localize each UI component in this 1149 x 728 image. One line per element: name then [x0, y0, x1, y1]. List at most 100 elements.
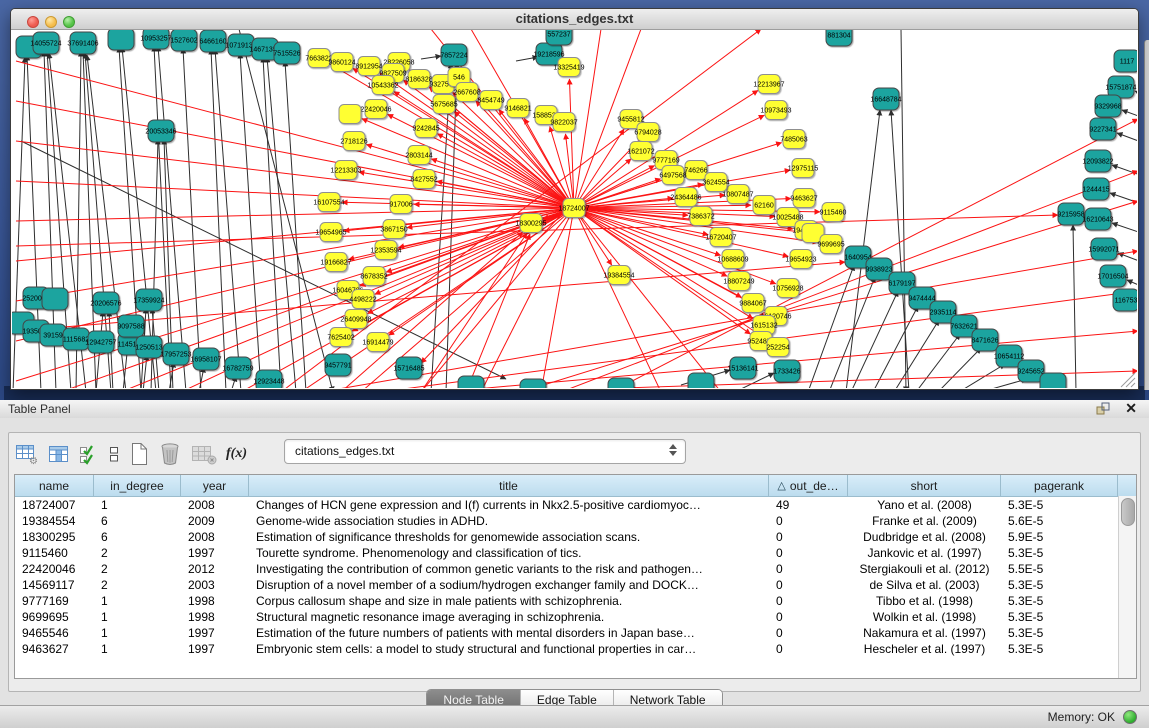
network-window-titlebar[interactable]: citations_edges.txt [11, 9, 1138, 30]
network-node[interactable]: 8454749 [477, 91, 504, 110]
network-node[interactable]: 1244415 [1082, 178, 1109, 200]
network-node[interactable]: 10953257 [140, 30, 171, 49]
network-node[interactable]: 7625402 [327, 328, 354, 347]
table-row[interactable]: 969969511998Structural magnetic resonanc… [15, 609, 1136, 625]
network-node[interactable]: 116753 [1113, 289, 1137, 311]
network-node[interactable]: 1733426 [773, 360, 800, 382]
network-node[interactable]: 6466160 [199, 30, 226, 52]
table-row[interactable]: 911546021997Tourette syndrome. Phenomeno… [15, 545, 1136, 561]
network-node[interactable]: 9215958 [1057, 203, 1084, 225]
new-document-icon[interactable] [129, 441, 149, 467]
network-node[interactable]: 16958107 [190, 348, 221, 370]
network-node[interactable]: 8427552 [410, 170, 437, 189]
column-header-out_de[interactable]: △out_de… [769, 475, 848, 496]
network-node[interactable]: 18300295 [515, 214, 546, 233]
network-node[interactable]: 18807249 [723, 272, 754, 291]
network-node[interactable] [108, 30, 134, 50]
network-node[interactable]: 19166827 [320, 253, 351, 272]
network-node[interactable] [458, 376, 484, 388]
network-node[interactable]: 24364486 [670, 188, 701, 207]
network-node[interactable]: 12923448 [253, 370, 284, 388]
network-node[interactable]: 19384554 [603, 266, 634, 285]
column-header-title[interactable]: title [249, 475, 769, 496]
network-node[interactable]: 9329968 [1094, 95, 1121, 117]
network-node[interactable]: 6794028 [634, 123, 661, 142]
table-row[interactable]: 977716911998Corpus callosum shape and si… [15, 593, 1136, 609]
network-node[interactable]: 20053346 [145, 120, 176, 142]
network-node[interactable] [339, 105, 361, 124]
network-node[interactable]: 3867150 [380, 220, 407, 239]
network-node[interactable]: 16914479 [362, 333, 393, 352]
network-node[interactable]: 17359924 [133, 289, 164, 311]
network-node[interactable]: 10973493 [760, 101, 791, 120]
network-node[interactable]: 2803144 [405, 146, 432, 165]
network-node[interactable]: 5675685 [430, 95, 457, 114]
network-node[interactable] [688, 373, 714, 388]
table-settings-icon[interactable]: ⚙ [15, 441, 39, 467]
table-row[interactable]: 946554611997Estimation of the future num… [15, 625, 1136, 641]
network-node[interactable]: 26409948 [340, 310, 371, 329]
network-node[interactable]: 20206576 [90, 292, 121, 314]
network-node[interactable]: 746266 [684, 161, 707, 180]
network-node[interactable]: 37691406 [67, 32, 98, 54]
network-node[interactable] [520, 379, 546, 388]
network-node[interactable]: 12093822 [1082, 150, 1113, 172]
network-node[interactable]: 16210643 [1082, 208, 1113, 230]
network-node[interactable]: 9822037 [550, 113, 577, 132]
network-node[interactable]: 18724007 [558, 199, 589, 218]
table-row[interactable]: 946362711997Embryonic stem cells: a mode… [15, 641, 1136, 657]
network-node[interactable]: 9146821 [504, 99, 531, 118]
table-selector-dropdown[interactable]: citations_edges.txt [284, 439, 686, 464]
network-node[interactable]: 881304 [826, 30, 852, 46]
network-node[interactable]: 9860124 [328, 53, 355, 72]
network-node[interactable]: 15992071 [1088, 238, 1119, 260]
table-row[interactable]: 1456911722003Disruption of a novel membe… [15, 577, 1136, 593]
table-row[interactable]: 1872400712008Changes of HCN gene express… [15, 497, 1136, 513]
network-node[interactable]: 12213303 [330, 161, 361, 180]
network-node[interactable]: 17016504 [1097, 265, 1128, 287]
network-node[interactable]: 9097588 [117, 315, 144, 337]
table-row[interactable]: 1830029562008Estimation of significance … [15, 529, 1136, 545]
network-node[interactable]: 16648784 [870, 88, 901, 110]
network-node[interactable]: 6497568 [659, 166, 686, 185]
network-node[interactable]: 557237 [546, 30, 572, 45]
network-node[interactable]: 9457791 [324, 354, 351, 376]
network-node[interactable]: 7857224 [440, 44, 467, 66]
network-node[interactable]: 12353594 [370, 241, 401, 260]
network-node[interactable]: 1621072 [627, 142, 654, 161]
network-node[interactable]: 10688609 [717, 250, 748, 269]
column-header-pagerank[interactable]: pagerank [1001, 475, 1118, 496]
network-node[interactable]: 22420046 [360, 100, 391, 119]
network-node[interactable]: 1250513 [135, 336, 162, 358]
table-row[interactable]: 2242004622012Investigating the contribut… [15, 561, 1136, 577]
network-node[interactable]: 9242845 [412, 119, 439, 138]
network-node[interactable]: 8678352 [360, 267, 387, 286]
float-panel-icon[interactable] [1096, 402, 1111, 415]
network-node[interactable]: 1527602 [170, 30, 197, 51]
network-node[interactable]: 2718126 [340, 132, 367, 151]
network-node[interactable]: 17957253 [160, 343, 191, 365]
table-column-icon[interactable] [48, 441, 70, 467]
network-node[interactable] [42, 288, 68, 310]
delete-table-icon[interactable] [158, 441, 182, 467]
network-node[interactable]: 12942757 [85, 331, 116, 353]
network-node[interactable]: 252254 [766, 338, 789, 357]
table-vertical-scrollbar[interactable] [1118, 496, 1136, 678]
network-node[interactable]: 13325419 [553, 58, 584, 77]
window-resize-grip[interactable] [1126, 378, 1135, 387]
network-node[interactable] [608, 378, 634, 388]
network-node[interactable]: 19654923 [785, 250, 816, 269]
network-node[interactable]: 9115460 [820, 203, 847, 222]
network-node[interactable]: 9227341 [1089, 118, 1116, 140]
network-node[interactable]: 8471626 [971, 329, 998, 351]
function-icon[interactable]: f(x) [226, 441, 247, 467]
network-node[interactable]: 15136141 [727, 357, 758, 379]
network-node[interactable]: 7485063 [780, 130, 807, 149]
select-rows-icon[interactable] [79, 441, 99, 467]
column-header-year[interactable]: year [181, 475, 249, 496]
network-node[interactable]: 62160 [753, 196, 775, 215]
window-resize-grip[interactable] [1131, 383, 1135, 387]
network-node[interactable]: 10543362 [367, 76, 398, 95]
scrollbar-thumb[interactable] [1121, 498, 1135, 526]
network-node[interactable]: 7386372 [687, 207, 714, 226]
